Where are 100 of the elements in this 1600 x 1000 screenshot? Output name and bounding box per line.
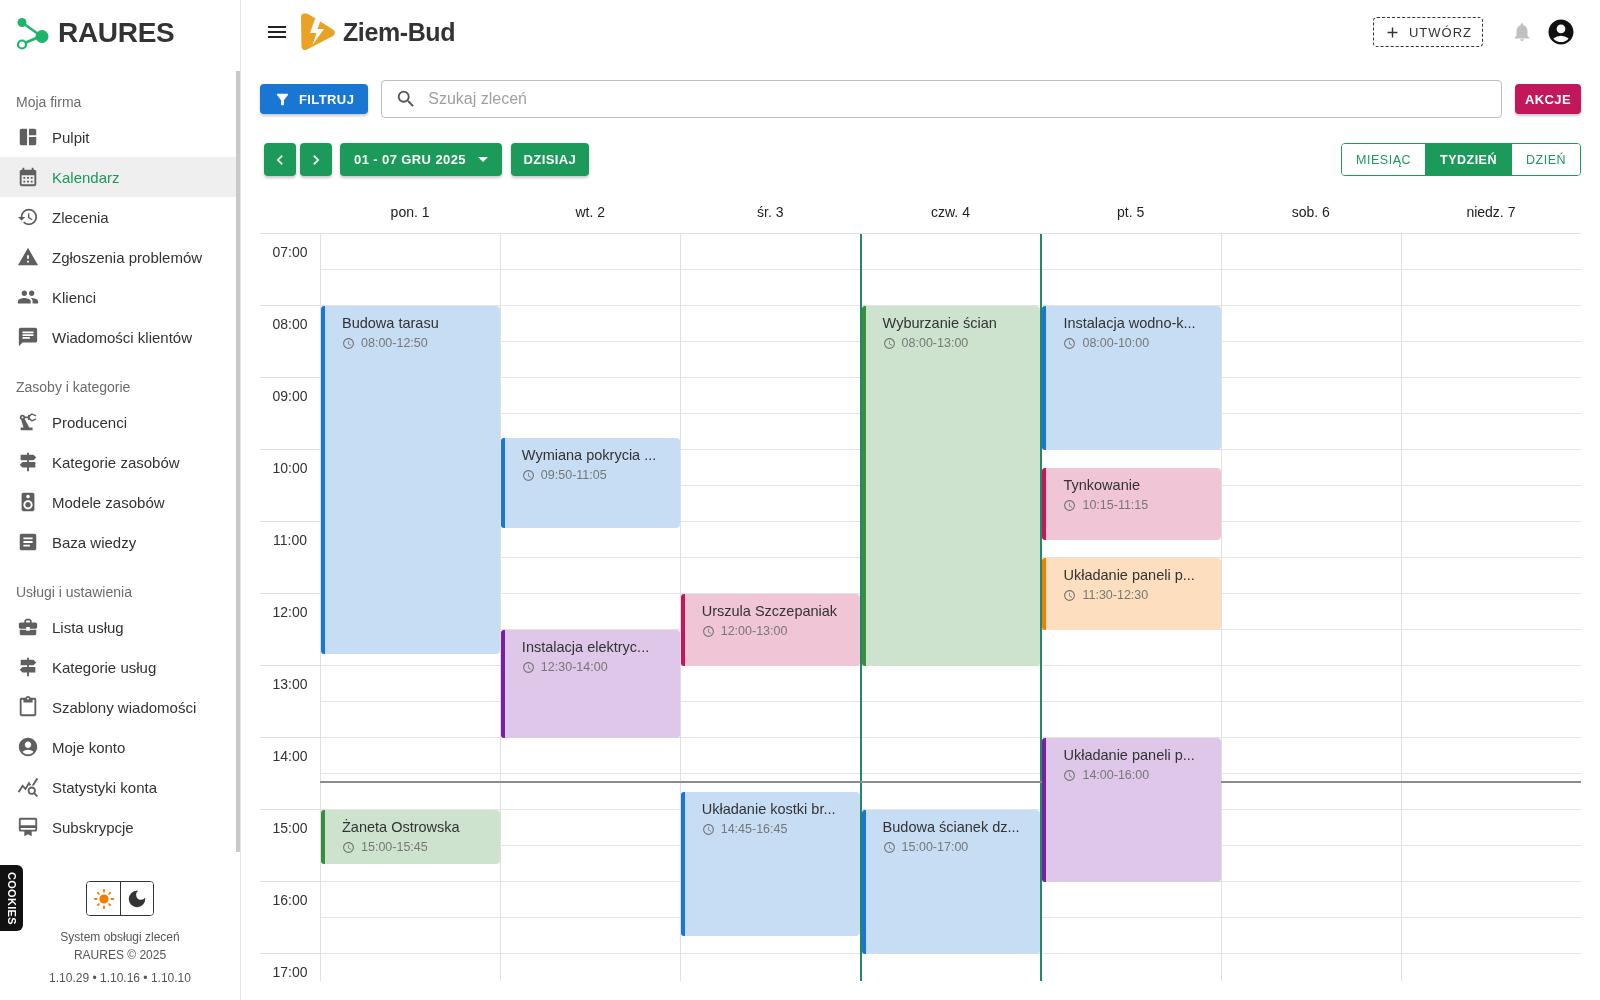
event-time: 14:00-16:00 xyxy=(1082,767,1150,783)
clock-icon xyxy=(1063,336,1077,350)
event-title: Budowa ścianek dz... xyxy=(882,818,1020,836)
next-button[interactable] xyxy=(300,143,332,176)
document-icon xyxy=(17,531,39,553)
history-icon xyxy=(17,206,39,228)
event-card[interactable]: Wyburzanie ścian 08:00-13:00 xyxy=(861,306,1041,666)
event-time: 11:30-12:30 xyxy=(1082,587,1149,603)
hour-label: 12:00 xyxy=(272,604,308,620)
scrollbar-thumb[interactable] xyxy=(236,71,240,852)
hour-label: 08:00 xyxy=(272,316,308,332)
hour-label: 10:00 xyxy=(272,460,308,476)
clock-icon xyxy=(882,336,896,350)
event-title: Wyburzanie ścian xyxy=(882,314,997,332)
sidebar-item[interactable]: Subskrypcje xyxy=(0,807,236,847)
day-header: wt. 2 xyxy=(575,203,605,220)
view-tab[interactable]: TYDZIEŃ xyxy=(1425,144,1511,175)
chat-icon xyxy=(17,326,39,348)
day-header: pt. 5 xyxy=(1117,203,1145,220)
sidebar-item[interactable]: Modele zasobów xyxy=(0,482,236,522)
sidebar-item[interactable]: Moje konto xyxy=(0,727,236,767)
app-name: RAURES xyxy=(58,17,175,49)
sidebar-item[interactable]: Lista usług xyxy=(0,607,236,647)
event-title: Układanie kostki br... xyxy=(701,800,836,818)
day-header: czw. 4 xyxy=(931,203,970,220)
event-card[interactable]: Układanie paneli p... 14:00-16:00 xyxy=(1042,738,1222,882)
bolt-logo-icon xyxy=(299,12,337,52)
calendar-icon xyxy=(17,166,39,188)
previous-button[interactable] xyxy=(264,143,296,176)
sidebar-item[interactable]: Zlecenia xyxy=(0,197,236,237)
event-title: Instalacja wodno-k... xyxy=(1063,314,1196,332)
event-card[interactable]: Tynkowanie 10:15-11:15 xyxy=(1042,468,1222,540)
warning-icon xyxy=(17,246,39,268)
briefcase-icon xyxy=(17,616,39,638)
sidebar-item[interactable]: Baza wiedzy xyxy=(0,522,236,562)
clipboard-icon xyxy=(17,696,39,718)
today-button[interactable]: DZISIAJ xyxy=(510,143,589,176)
hour-label: 11:00 xyxy=(273,532,307,548)
search-field[interactable]: Szukaj zleceń xyxy=(381,80,1502,118)
section-title: Zasoby i kategorie xyxy=(16,378,131,397)
company-name: Ziem-Bud xyxy=(343,17,456,47)
date-range-button[interactable]: 01 - 07 GRU 2025 xyxy=(340,143,502,176)
caret-icon xyxy=(477,157,488,162)
hour-label: 15:00 xyxy=(272,820,308,836)
sidebar-item[interactable]: Zgłoszenia problemów xyxy=(0,237,236,277)
event-card[interactable]: Żaneta Ostrowska 15:00-15:45 xyxy=(321,810,500,864)
sidebar-item[interactable]: Kategorie zasobów xyxy=(0,442,236,482)
event-title: Układanie paneli p... xyxy=(1063,746,1195,764)
sidebar-item[interactable]: Kategorie usług xyxy=(0,647,236,687)
sidebar-item[interactable]: Statystyki konta xyxy=(0,767,236,807)
chart-search-icon xyxy=(17,776,39,798)
sidebar-item[interactable]: Producenci xyxy=(0,402,236,442)
clock-icon xyxy=(701,624,715,638)
section-title: Moja firma xyxy=(16,93,82,112)
event-card[interactable]: Instalacja wodno-k... 08:00-10:00 xyxy=(1042,306,1222,450)
event-card[interactable]: Wymiana pokrycia ... 09:50-11:05 xyxy=(500,438,680,528)
event-card[interactable]: Układanie paneli p... 11:30-12:30 xyxy=(1042,558,1222,630)
event-title: Tynkowanie xyxy=(1063,476,1140,494)
account-icon[interactable] xyxy=(1546,17,1576,47)
hour-label: 13:00 xyxy=(272,676,308,692)
event-card[interactable]: Urszula Szczepaniak 12:00-13:00 xyxy=(680,594,860,666)
event-time: 10:15-11:15 xyxy=(1082,497,1149,513)
filter-button[interactable]: FILTRUJ xyxy=(260,84,369,114)
certificate-icon xyxy=(17,816,39,838)
actions-button[interactable]: AKCJE xyxy=(1514,84,1581,114)
hour-label: 16:00 xyxy=(272,892,308,908)
theme-option[interactable] xyxy=(120,882,153,915)
sidebar-item[interactable]: Wiadomości klientów xyxy=(0,317,236,357)
hour-label: 17:00 xyxy=(272,964,308,980)
hour-label: 09:00 xyxy=(272,388,308,404)
event-title: Budowa tarasu xyxy=(342,314,439,332)
create-button[interactable]: UTWÓRZ xyxy=(1372,17,1483,47)
account-icon xyxy=(17,736,39,758)
sun-icon xyxy=(92,887,115,910)
day-header: śr. 3 xyxy=(757,203,784,220)
event-time: 08:00-10:00 xyxy=(1082,335,1150,351)
event-card[interactable]: Instalacja elektryc... 12:30-14:00 xyxy=(500,630,680,738)
event-card[interactable]: Budowa tarasu 08:00-12:50 xyxy=(321,306,500,654)
cookies-tab[interactable]: COOKIES xyxy=(0,865,23,931)
clock-icon xyxy=(1063,498,1077,512)
view-tab[interactable]: DZIEŃ xyxy=(1511,144,1580,175)
event-time: 15:00-15:45 xyxy=(361,839,428,855)
day-header: sob. 6 xyxy=(1291,203,1330,220)
event-card[interactable]: Budowa ścianek dz... 15:00-17:00 xyxy=(861,810,1041,954)
clock-icon xyxy=(1063,588,1077,602)
event-time: 12:30-14:00 xyxy=(540,659,608,675)
event-time: 08:00-12:50 xyxy=(361,335,428,351)
event-time: 08:00-13:00 xyxy=(901,335,969,351)
event-time: 14:45-16:45 xyxy=(720,821,788,837)
clock-icon xyxy=(1063,768,1077,782)
network-logo-icon xyxy=(16,16,49,50)
footer-text: RAURES © 2025 xyxy=(73,947,167,964)
hour-label: 14:00 xyxy=(272,748,308,764)
footer-text: 1.10.29 • 1.10.16 • 1.10.10 xyxy=(49,970,191,987)
clock-icon xyxy=(342,336,355,350)
clock-icon xyxy=(701,822,715,836)
sidebar-item[interactable]: Szablony wiadomości xyxy=(0,687,236,727)
sidebar-item[interactable]: Pulpit xyxy=(0,117,236,157)
sidebar-item[interactable]: Klienci xyxy=(0,277,236,317)
event-card[interactable]: Układanie kostki br... 14:45-16:45 xyxy=(680,792,860,936)
